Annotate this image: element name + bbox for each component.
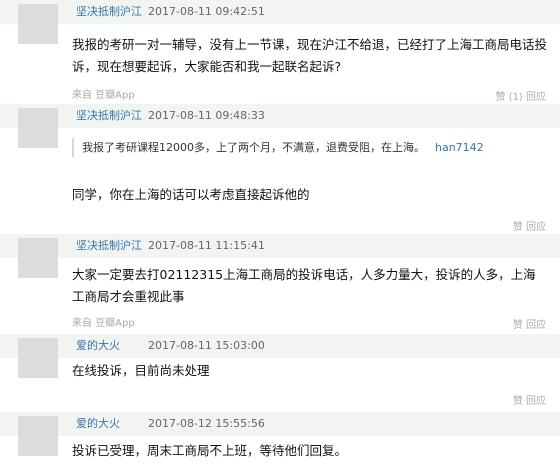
like-reply-actions[interactable]: 赞 回应 — [513, 316, 546, 331]
comment-source: 来自 豆瓣App — [72, 90, 135, 101]
comment-author[interactable]: 爱的大火 — [76, 417, 120, 431]
like-reply-actions[interactable]: 赞 回应 — [513, 218, 546, 233]
comment-item: 爱的大火 2017-08-11 15:03:00 在线投诉，目前尚未处理 赞 回… — [0, 334, 560, 407]
quote-author[interactable]: han7142 — [435, 141, 484, 154]
avatar[interactable] — [18, 338, 58, 378]
comment-text: 在线投诉，目前尚未处理 — [72, 363, 210, 378]
like-reply-actions[interactable]: 赞 (1) 回应 — [495, 88, 546, 103]
comment-author[interactable]: 坚决抵制沪江 — [76, 109, 142, 123]
avatar[interactable] — [18, 108, 58, 148]
comment-item: 爱的大火 2017-08-12 15:55:56 投诉已受理，周末工商局不上班，… — [0, 412, 560, 472]
avatar[interactable] — [18, 238, 58, 278]
quote-text: 我报了考研课程12000多，上了两个月，不满意，退费受阻，在上海。 — [82, 141, 425, 154]
like-reply-actions[interactable]: 赞 回应 — [513, 392, 546, 407]
comment-author[interactable]: 爱的大火 — [76, 339, 120, 353]
comment-source: 来自 豆瓣App — [72, 318, 135, 329]
comment-item: 坚决抵制沪江 2017-08-11 09:48:33 我报了考研课程12000多… — [0, 104, 560, 233]
comment-item: 坚决抵制沪江 2017-08-11 11:15:41 大家一定要去打021123… — [0, 234, 560, 331]
comment-text: 投诉已受理，周末工商局不上班，等待他们回复。 — [72, 443, 348, 458]
comment-text: 我报的考研一对一辅导，没有上一节课，现在沪江不给退，已经打了上海工商局电话投诉，… — [72, 37, 548, 74]
comment-time: 2017-08-11 09:42:51 — [148, 5, 265, 18]
comment-time: 2017-08-11 11:15:41 — [148, 239, 265, 252]
comment-item: 坚决抵制沪江 2017-08-11 09:42:51 我报的考研一对一辅导，没有… — [0, 0, 560, 103]
avatar[interactable] — [18, 416, 58, 456]
comment-time: 2017-08-12 15:55:56 — [148, 417, 265, 430]
avatar[interactable] — [18, 4, 58, 44]
comment-text: 大家一定要去打02112315上海工商局的投诉电话，人多力量大，投诉的人多，上海… — [72, 267, 536, 304]
quoted-reply: 我报了考研课程12000多，上了两个月，不满意，退费受阻，在上海。 han7142 — [72, 138, 502, 157]
comment-author[interactable]: 坚决抵制沪江 — [76, 5, 142, 19]
comment-time: 2017-08-11 15:03:00 — [148, 339, 265, 352]
comment-time: 2017-08-11 09:48:33 — [148, 109, 265, 122]
comment-text: 同学，你在上海的话可以考虑直接起诉他的 — [72, 187, 310, 202]
comment-author[interactable]: 坚决抵制沪江 — [76, 239, 142, 253]
